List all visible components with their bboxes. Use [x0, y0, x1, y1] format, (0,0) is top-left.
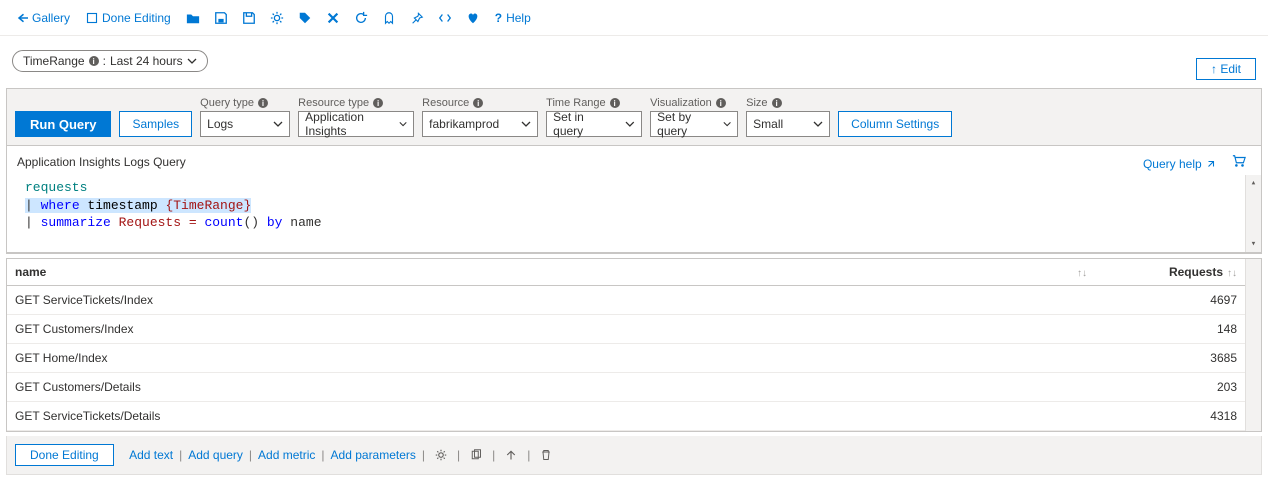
results-table: name ↑↓ Requests↑↓ GET ServiceTickets/In…	[7, 259, 1245, 431]
top-toolbar: Gallery Done Editing ? Help	[0, 0, 1268, 36]
footer-up-icon[interactable]	[501, 447, 521, 463]
ghost-icon[interactable]	[379, 9, 399, 27]
sort-icon[interactable]: ↑↓	[1227, 268, 1237, 279]
chevron-down-icon	[625, 119, 635, 129]
help-icon: ?	[495, 11, 502, 25]
add-parameters-link[interactable]: Add parameters	[331, 448, 416, 462]
chevron-down-icon	[187, 56, 197, 66]
save-as-icon[interactable]	[239, 9, 259, 27]
info-icon: i	[258, 98, 268, 108]
sort-icon[interactable]: ↑↓	[1077, 268, 1087, 279]
query-type-label: Query typei	[200, 97, 290, 109]
cell-requests: 203	[1125, 372, 1245, 401]
tag-icon[interactable]	[295, 9, 315, 27]
cell-requests: 3685	[1125, 343, 1245, 372]
footer-gear-icon[interactable]	[431, 447, 451, 463]
timerange-pill[interactable]: TimeRange i : Last 24 hours	[12, 50, 208, 72]
save-icon[interactable]	[211, 9, 231, 27]
cell-name: GET Customers/Index	[7, 314, 1065, 343]
table-row[interactable]: GET Home/Index 3685	[7, 343, 1245, 372]
visualization-label: Visualizationi	[650, 97, 738, 109]
editor-scrollbar[interactable]: ▴▾	[1245, 175, 1261, 252]
timerange-label: TimeRange	[23, 54, 85, 68]
column-settings-button[interactable]: Column Settings	[838, 111, 952, 137]
timerange-value: Last 24 hours	[110, 54, 183, 68]
gallery-label: Gallery	[32, 11, 70, 25]
back-arrow-icon	[16, 12, 28, 24]
resource-type-dropdown[interactable]: Application Insights	[298, 111, 414, 137]
cell-name: GET Home/Index	[7, 343, 1065, 372]
col-requests-header[interactable]: Requests↑↓	[1125, 259, 1245, 286]
gallery-button[interactable]: Gallery	[12, 9, 74, 27]
done-editing-top-button[interactable]: Done Editing	[82, 9, 175, 27]
done-editing-top-label: Done Editing	[102, 11, 171, 25]
table-row[interactable]: GET Customers/Index 148	[7, 314, 1245, 343]
heart-icon[interactable]	[463, 9, 483, 27]
info-icon: i	[716, 98, 726, 108]
table-row[interactable]: GET ServiceTickets/Index 4697	[7, 285, 1245, 314]
code-icon[interactable]	[435, 9, 455, 27]
query-editor[interactable]: requests | where timestamp {TimeRange} |…	[7, 175, 1261, 253]
visualization-dropdown[interactable]: Set by query	[650, 111, 738, 137]
query-title-row: Application Insights Logs Query Query he…	[7, 145, 1261, 175]
chevron-down-icon	[399, 119, 407, 129]
add-metric-link[interactable]: Add metric	[258, 448, 315, 462]
cell-requests: 4697	[1125, 285, 1245, 314]
help-button[interactable]: ? Help	[491, 9, 535, 27]
chevron-down-icon	[273, 119, 283, 129]
table-row[interactable]: GET ServiceTickets/Details 4318	[7, 401, 1245, 430]
info-icon: i	[373, 98, 383, 108]
results-table-wrap: name ↑↓ Requests↑↓ GET ServiceTickets/In…	[6, 258, 1262, 432]
query-controls: Run Query Samples Query typei Logs Resou…	[7, 89, 1261, 145]
done-editing-icon	[86, 12, 98, 24]
cell-name: GET ServiceTickets/Index	[7, 285, 1065, 314]
cart-icon[interactable]	[1229, 152, 1249, 170]
info-icon: i	[610, 98, 620, 108]
footer-copy-icon[interactable]	[466, 447, 486, 463]
table-row[interactable]: GET Customers/Details 203	[7, 372, 1245, 401]
col-name-header[interactable]: name	[7, 259, 1065, 286]
cell-name: GET ServiceTickets/Details	[7, 401, 1065, 430]
info-icon: i	[473, 98, 483, 108]
query-title: Application Insights Logs Query	[17, 155, 186, 169]
cell-name: GET Customers/Details	[7, 372, 1065, 401]
pin-icon[interactable]	[407, 9, 427, 27]
info-icon: i	[89, 56, 99, 66]
samples-button[interactable]: Samples	[119, 111, 192, 137]
size-dropdown[interactable]: Small	[746, 111, 830, 137]
close-x-icon[interactable]	[323, 9, 343, 27]
settings-gear-icon[interactable]	[267, 9, 287, 27]
add-query-link[interactable]: Add query	[188, 448, 243, 462]
footer-bar: Done Editing Add text | Add query | Add …	[6, 436, 1262, 475]
time-range-dropdown[interactable]: Set in query	[546, 111, 642, 137]
size-label: Sizei	[746, 97, 830, 109]
resource-type-label: Resource typei	[298, 97, 414, 109]
chevron-down-icon	[521, 119, 531, 129]
external-link-icon	[1206, 159, 1216, 169]
refresh-icon[interactable]	[351, 9, 371, 27]
chevron-down-icon	[723, 119, 731, 129]
resource-dropdown[interactable]: fabrikamprod	[422, 111, 538, 137]
query-panel: Run Query Samples Query typei Logs Resou…	[6, 88, 1262, 254]
time-range-label: Time Rangei	[546, 97, 642, 109]
query-type-dropdown[interactable]: Logs	[200, 111, 290, 137]
cell-requests: 148	[1125, 314, 1245, 343]
run-query-button[interactable]: Run Query	[15, 111, 111, 137]
done-editing-footer-button[interactable]: Done Editing	[15, 444, 114, 466]
add-text-link[interactable]: Add text	[129, 448, 173, 462]
help-label: Help	[506, 11, 531, 25]
query-help-link[interactable]: Query help	[1143, 157, 1216, 171]
info-icon: i	[772, 98, 782, 108]
edit-button[interactable]: ↑ Edit	[1196, 58, 1256, 80]
chevron-down-icon	[813, 119, 823, 129]
resource-label: Resourcei	[422, 97, 538, 109]
cell-requests: 4318	[1125, 401, 1245, 430]
footer-delete-icon[interactable]	[536, 447, 556, 463]
table-scrollbar[interactable]	[1245, 259, 1261, 431]
open-icon[interactable]	[183, 9, 203, 27]
